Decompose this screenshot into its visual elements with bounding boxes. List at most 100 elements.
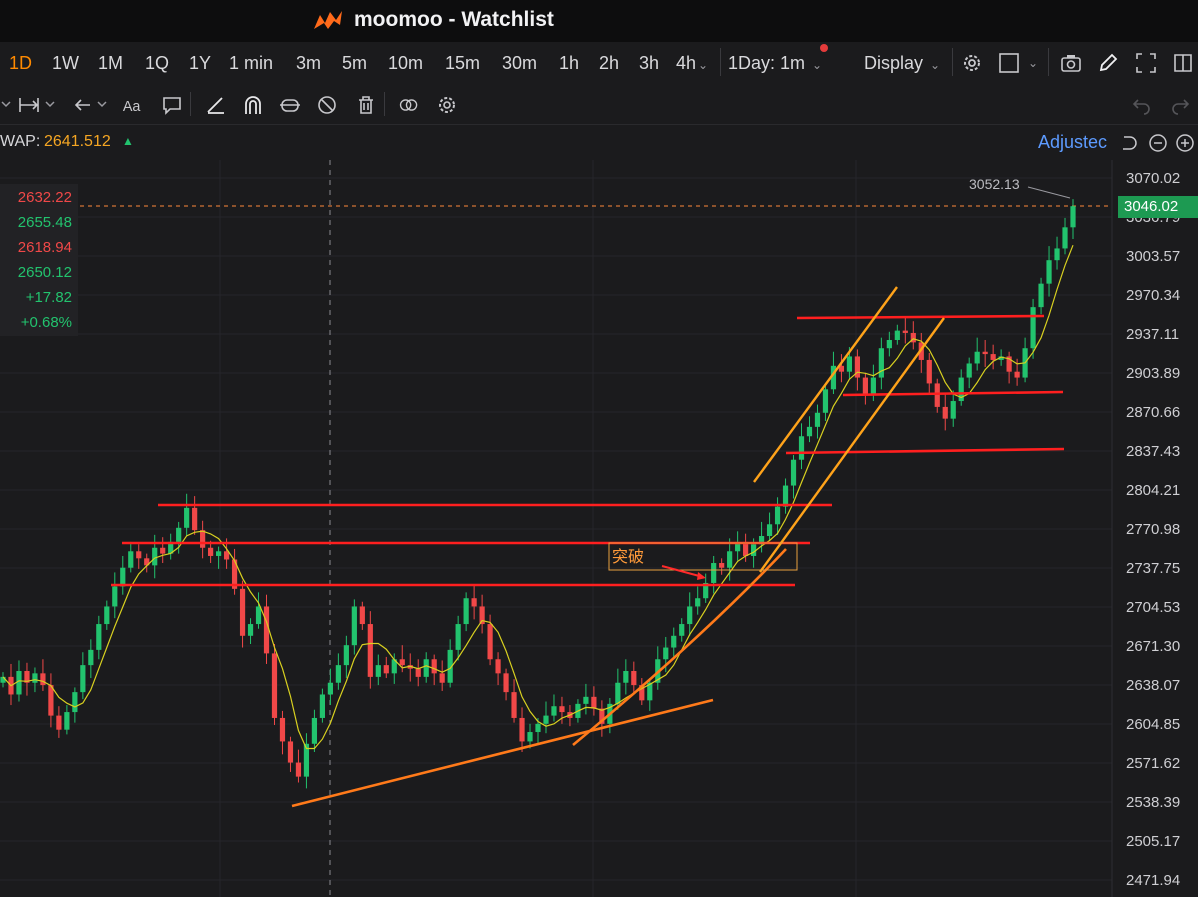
tf-4h-dropdown[interactable]: 4h ⌄ — [676, 53, 708, 74]
reset-icon[interactable] — [1123, 136, 1137, 150]
candle-body[interactable] — [72, 692, 78, 713]
candle-body[interactable] — [1070, 206, 1076, 228]
tf-3h[interactable]: 3h — [639, 53, 659, 74]
candle-body[interactable] — [80, 665, 86, 693]
tf-1min[interactable]: 1 min — [229, 53, 273, 74]
candle-body[interactable] — [1030, 307, 1036, 349]
candle-body[interactable] — [399, 659, 405, 666]
candle-body[interactable] — [136, 551, 142, 559]
tf-1h[interactable]: 1h — [559, 53, 579, 74]
candle-body[interactable] — [335, 665, 341, 683]
chevron-down-icon[interactable]: ⌄ — [1028, 56, 1038, 70]
candle-body[interactable] — [88, 649, 94, 666]
candle-body[interactable] — [439, 673, 445, 683]
resistance-line[interactable] — [796, 314, 1045, 320]
tf-1d[interactable]: 1D — [9, 53, 32, 74]
candle-body[interactable] — [926, 359, 932, 384]
candle-body[interactable] — [192, 507, 198, 531]
redo-icon[interactable] — [1170, 94, 1192, 116]
candle-body[interactable] — [982, 351, 988, 355]
candle-body[interactable] — [351, 606, 357, 646]
candle-body[interactable] — [942, 406, 948, 419]
candle-body[interactable] — [271, 653, 278, 718]
candle-body[interactable] — [1054, 248, 1060, 261]
fullscreen-icon[interactable] — [1135, 52, 1157, 74]
candle-body[interactable] — [663, 647, 669, 660]
candle-body[interactable] — [32, 673, 38, 683]
candle-body[interactable] — [503, 673, 509, 693]
candle-body[interactable] — [894, 330, 900, 341]
candle-body[interactable] — [64, 712, 70, 730]
candle-body[interactable] — [128, 551, 134, 568]
tf-2h[interactable]: 2h — [599, 53, 619, 74]
candle-body[interactable] — [862, 377, 868, 396]
candle-body[interactable] — [160, 547, 166, 554]
candle-body[interactable] — [902, 330, 908, 333]
candle-body[interactable] — [343, 645, 349, 666]
trash-icon[interactable] — [355, 94, 377, 116]
tf-1w[interactable]: 1W — [52, 53, 79, 74]
candle-body[interactable] — [431, 659, 437, 674]
candle-body[interactable] — [527, 732, 533, 742]
candle-body[interactable] — [279, 717, 286, 742]
candle-body[interactable] — [583, 696, 589, 704]
display-dropdown[interactable]: Display ⌄ — [864, 53, 940, 74]
lock-drawing-icon[interactable] — [279, 94, 301, 116]
candle-body[interactable] — [327, 682, 333, 695]
candle-body[interactable] — [846, 356, 853, 372]
hide-drawings-icon[interactable] — [316, 94, 338, 116]
measure-range-icon[interactable] — [18, 94, 40, 116]
candle-body[interactable] — [176, 527, 182, 542]
candle-body[interactable] — [822, 389, 829, 413]
candle-body[interactable] — [104, 606, 110, 625]
candle-body[interactable] — [966, 363, 972, 378]
pencil-icon[interactable] — [1097, 52, 1119, 74]
tf-3m[interactable]: 3m — [296, 53, 321, 74]
tf-1y[interactable]: 1Y — [189, 53, 211, 74]
candle-body[interactable] — [495, 659, 501, 674]
candle-body[interactable] — [806, 426, 813, 437]
candle-body[interactable] — [40, 673, 46, 686]
candle-body[interactable] — [695, 598, 701, 607]
candle-body[interactable] — [184, 507, 190, 528]
candle-body[interactable] — [255, 606, 262, 625]
candle-body[interactable] — [287, 741, 294, 763]
candle-body[interactable] — [415, 668, 421, 677]
compare-icon[interactable] — [398, 94, 420, 116]
candle-body[interactable] — [319, 694, 326, 718]
magnet-icon[interactable] — [242, 94, 264, 116]
candle-body[interactable] — [631, 671, 637, 686]
color-square-icon[interactable] — [998, 52, 1020, 74]
candle-body[interactable] — [719, 563, 725, 568]
zoom-in-icon[interactable] — [1176, 134, 1194, 152]
adjusted-toggle[interactable]: Adjustec — [1038, 132, 1107, 153]
undo-icon[interactable] — [1130, 94, 1152, 116]
candle-body[interactable] — [798, 436, 805, 460]
settings-gear-icon[interactable] — [961, 52, 983, 74]
candle-body[interactable] — [679, 624, 685, 636]
candle-body[interactable] — [463, 598, 469, 625]
candle-body[interactable] — [383, 665, 389, 674]
drawing-settings-icon[interactable] — [436, 94, 458, 116]
trendline[interactable] — [291, 698, 714, 808]
candle-body[interactable] — [687, 606, 693, 625]
candle-body[interactable] — [120, 567, 126, 587]
candle-body[interactable] — [591, 696, 597, 709]
line-tool-icon[interactable] — [205, 94, 227, 116]
tf-15m[interactable]: 15m — [445, 53, 480, 74]
interval-select[interactable]: 1Day: 1m ⌄ — [728, 53, 822, 74]
candle-body[interactable] — [559, 706, 565, 713]
candle-body[interactable] — [208, 547, 214, 556]
candle-body[interactable] — [671, 635, 677, 648]
candle-body[interactable] — [543, 715, 549, 724]
candle-body[interactable] — [247, 624, 254, 636]
candle-body[interactable] — [1038, 283, 1044, 308]
candle-body[interactable] — [950, 401, 956, 419]
chevron-down-icon[interactable] — [42, 94, 64, 116]
arrow-left-icon[interactable] — [72, 94, 94, 116]
candle-body[interactable] — [511, 692, 517, 718]
chevron-down-icon[interactable] — [96, 94, 118, 116]
candle-body[interactable] — [1014, 371, 1020, 378]
candlestick-chart[interactable]: 突破 3052.13 3070.023036.793003.572970.342… — [0, 160, 1198, 897]
candle-body[interactable] — [535, 723, 541, 733]
